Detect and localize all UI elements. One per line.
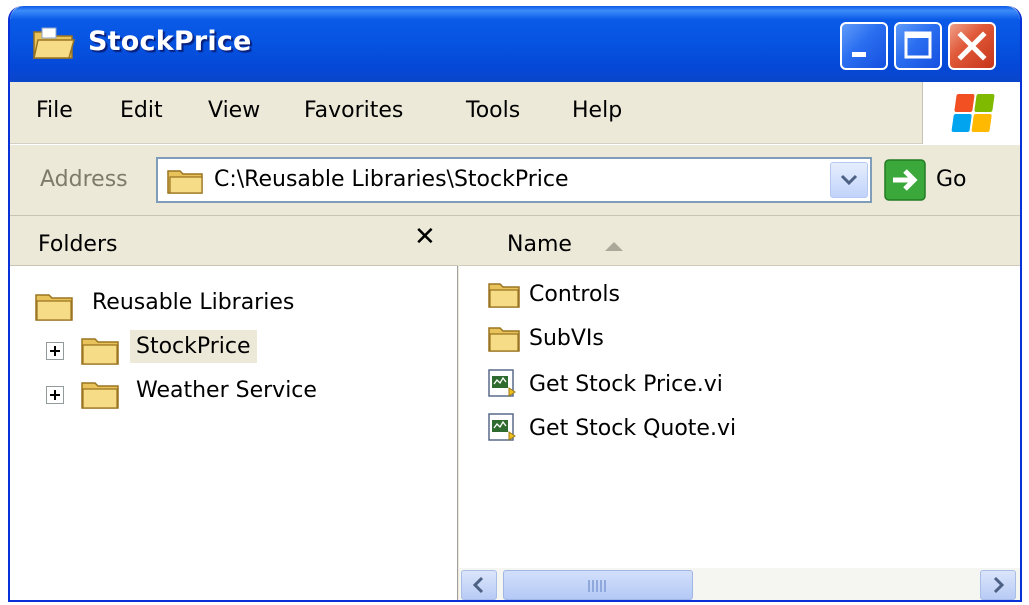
menu-tools[interactable]: Tools <box>466 98 520 123</box>
minimize-button[interactable] <box>840 22 888 70</box>
explorer-window: StockPrice File Edit View Favorites Tool… <box>8 6 1022 602</box>
folder-icon <box>81 382 119 409</box>
windows-logo <box>922 82 1020 144</box>
address-bar: Address C:\Reusable Libraries\StockPrice… <box>10 144 1020 216</box>
windows-flag-icon <box>951 94 995 132</box>
sort-ascending-icon <box>605 242 623 251</box>
chevron-down-icon <box>840 174 858 186</box>
menu-favorites[interactable]: Favorites <box>304 98 403 123</box>
file-item-label: SubVIs <box>529 326 604 351</box>
folders-title: Folders <box>38 232 118 257</box>
scroll-left-button[interactable] <box>461 570 497 600</box>
scroll-thumb[interactable] <box>503 570 693 600</box>
address-value: C:\Reusable Libraries\StockPrice <box>214 167 569 192</box>
tree-item-label: StockPrice <box>130 330 257 363</box>
horizontal-scrollbar[interactable] <box>459 568 1020 600</box>
address-input[interactable]: C:\Reusable Libraries\StockPrice <box>156 157 872 203</box>
file-list-pane: Name Controls SubVIs Get Stock Price.vi … <box>459 216 1020 600</box>
tree-item-reusable-libraries[interactable]: Reusable Libraries <box>10 284 458 328</box>
folder-icon <box>488 327 520 352</box>
expand-plus-icon[interactable] <box>46 386 64 404</box>
folder-open-icon <box>33 27 75 59</box>
go-arrow-icon[interactable] <box>884 159 926 201</box>
grip-icon <box>588 580 608 592</box>
file-item-get-stock-quote-vi[interactable]: Get Stock Quote.vi <box>487 410 987 450</box>
folders-close-button[interactable]: ✕ <box>414 222 436 252</box>
file-item-label: Get Stock Quote.vi <box>529 416 737 441</box>
tree-item-label: Weather Service <box>136 378 317 403</box>
column-name-label: Name <box>507 232 572 257</box>
file-item-label: Controls <box>529 282 620 307</box>
window-title: StockPrice <box>88 26 252 57</box>
file-item-get-stock-price-vi[interactable]: Get Stock Price.vi <box>487 366 987 406</box>
file-item-subvis[interactable]: SubVIs <box>487 320 987 360</box>
tree-item-stockprice[interactable]: StockPrice <box>10 328 458 372</box>
close-icon <box>957 31 987 61</box>
folder-icon <box>488 283 520 308</box>
folder-icon <box>35 294 73 321</box>
tree-item-weather-service[interactable]: Weather Service <box>10 372 458 416</box>
chevron-right-icon <box>993 576 1005 594</box>
chevron-left-icon <box>472 576 484 594</box>
menu-bar: File Edit View Favorites Tools Help <box>10 82 1020 144</box>
menu-view[interactable]: View <box>208 98 260 123</box>
file-item-controls[interactable]: Controls <box>487 276 987 316</box>
menu-edit[interactable]: Edit <box>120 98 163 123</box>
folder-icon <box>81 338 119 365</box>
folder-icon <box>167 170 203 194</box>
folders-header: Folders ✕ <box>10 216 458 266</box>
scroll-right-button[interactable] <box>980 570 1016 600</box>
vi-file-icon <box>488 369 516 397</box>
close-button[interactable] <box>948 22 996 70</box>
folders-pane: Folders ✕ Reusable Libraries StockPrice <box>10 216 458 600</box>
address-dropdown-button[interactable] <box>830 162 868 198</box>
file-item-label: Get Stock Price.vi <box>529 372 723 397</box>
address-label: Address <box>40 167 128 192</box>
tree-item-label: Reusable Libraries <box>92 290 295 315</box>
menu-help[interactable]: Help <box>572 98 622 123</box>
expand-plus-icon[interactable] <box>46 342 64 360</box>
title-bar[interactable]: StockPrice <box>10 6 1020 82</box>
go-button[interactable]: Go <box>936 167 967 192</box>
maximize-button[interactable] <box>894 22 942 70</box>
maximize-icon <box>904 31 932 59</box>
vi-file-icon <box>488 413 516 441</box>
column-header-name[interactable]: Name <box>459 216 1020 266</box>
menu-file[interactable]: File <box>36 98 73 123</box>
minimize-icon <box>852 52 866 57</box>
